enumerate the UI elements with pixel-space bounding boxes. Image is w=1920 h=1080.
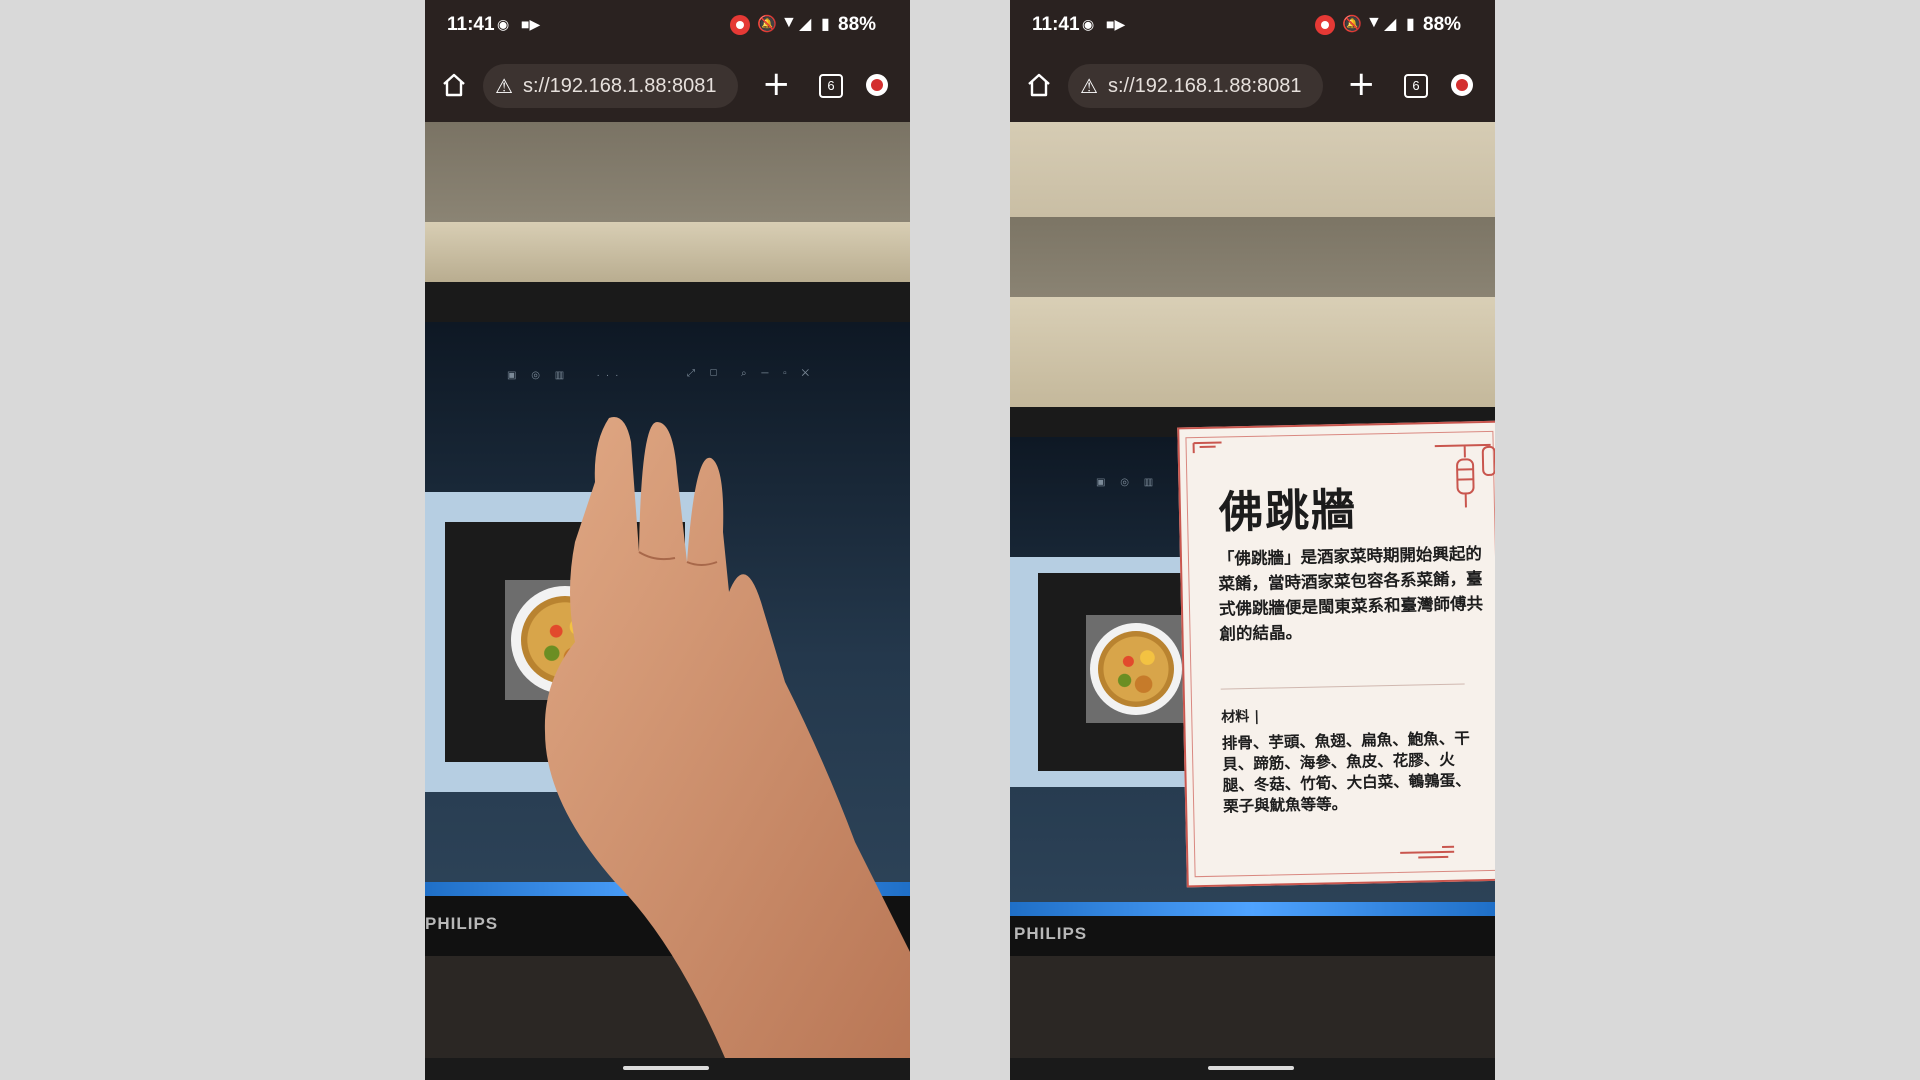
address-bar[interactable]: ⚠ s://192.168.1.88:8081 xyxy=(483,64,738,108)
tab-switcher-icon[interactable]: 6 xyxy=(1404,74,1428,98)
tab-switcher-icon[interactable]: 6 xyxy=(819,74,843,98)
screen-record-icon xyxy=(1315,15,1335,35)
video-camera-icon: ■▶ xyxy=(521,16,541,32)
gesture-nav-bar[interactable] xyxy=(1010,1058,1495,1080)
viewer-toolbar: ▣ ◎ ▥ xyxy=(1096,477,1160,488)
camera-view: ▣ ◎ ▥ ··· ⤢ ▢ ⌕ ─ ▫ ✕ PHILIPS xyxy=(425,122,910,1058)
wifi-icon: ▼ xyxy=(781,14,797,31)
home-gesture-pill[interactable] xyxy=(623,1066,709,1070)
monitor-brand: PHILIPS xyxy=(1014,924,1088,943)
status-time: 11:41 xyxy=(1032,14,1080,35)
ceiling-light-lower xyxy=(1010,297,1495,407)
monitor-taskbar xyxy=(1010,902,1495,916)
lantern-icon xyxy=(1434,443,1495,508)
phone-screen-left: 11:41 ◉ ■▶ 🔕 ▼ ◢ ▮ 88% ⚠ s://192.168.1.8… xyxy=(425,0,910,1080)
gesture-nav-bar[interactable] xyxy=(425,1058,910,1080)
wifi-icon: ▼ xyxy=(1366,14,1382,31)
user-hand xyxy=(544,417,910,1058)
battery-icon: ▮ xyxy=(821,16,830,33)
signal-icon: ◢ xyxy=(799,16,812,33)
extension-icon[interactable] xyxy=(866,74,888,96)
materials-label: 材料 | xyxy=(1221,708,1260,726)
home-icon[interactable] xyxy=(1026,72,1052,98)
mute-bell-icon: 🔕 xyxy=(1342,16,1362,33)
phone-screen-right: 11:41 ◉ ■▶ 🔕 ▼ ◢ ▮ 88% ⚠ s://192.168.1.8… xyxy=(1010,0,1495,1080)
scroll-corner-icon xyxy=(1192,441,1222,454)
battery-level: 88% xyxy=(838,14,877,35)
image-canvas xyxy=(1038,573,1186,771)
camera-view: ▣ ◎ ▥ PHILIPS 佛跳牆 「佛跳牆」是酒家菜時期開始興起的菜餚，當時酒… xyxy=(1010,122,1495,1058)
scroll-bottom-icon xyxy=(1400,845,1455,859)
address-url[interactable]: s://192.168.1.88:8081 xyxy=(1108,75,1318,98)
plus-icon[interactable]: + xyxy=(762,64,791,104)
plus-icon[interactable]: + xyxy=(1347,64,1376,104)
card-description: 「佛跳牆」是酒家菜時期開始興起的菜餚，當時酒家菜包容各系菜餚，臺式佛跳牆便是閩東… xyxy=(1217,544,1484,644)
desk xyxy=(1010,956,1495,1058)
image-frame xyxy=(1010,557,1186,787)
extension-icon[interactable] xyxy=(1451,74,1473,96)
browser-toolbar: ⚠ s://192.168.1.88:8081 + 6 xyxy=(1010,50,1495,122)
monitor-bezel: PHILIPS xyxy=(1010,916,1495,956)
location-icon: ◉ xyxy=(497,16,510,32)
warning-icon[interactable]: ⚠ xyxy=(1080,74,1098,98)
location-icon: ◉ xyxy=(1082,16,1095,32)
battery-icon: ▮ xyxy=(1406,16,1415,33)
dish-photo xyxy=(1086,615,1186,723)
screen-record-icon xyxy=(730,15,750,35)
video-camera-icon: ■▶ xyxy=(1106,16,1126,32)
dish-food xyxy=(1098,631,1174,707)
address-bar[interactable]: ⚠ s://192.168.1.88:8081 xyxy=(1068,64,1323,108)
signal-icon: ◢ xyxy=(1384,16,1397,33)
status-time: 11:41 xyxy=(447,14,495,35)
card-title: 佛跳牆 xyxy=(1218,484,1358,539)
ar-info-card[interactable]: 佛跳牆 「佛跳牆」是酒家菜時期開始興起的菜餚，當時酒家菜包容各系菜餚，臺式佛跳牆… xyxy=(1177,420,1495,888)
materials-list: 排骨、芋頭、魚翅、扁魚、鮑魚、干貝、蹄筋、海參、魚皮、花膠、火腿、冬菇、竹筍、大… xyxy=(1221,729,1471,816)
browser-toolbar: ⚠ s://192.168.1.88:8081 + 6 xyxy=(425,50,910,122)
address-url[interactable]: s://192.168.1.88:8081 xyxy=(523,75,733,98)
mute-bell-icon: 🔕 xyxy=(757,16,777,33)
ceiling-beam xyxy=(1010,217,1495,297)
home-icon[interactable] xyxy=(441,72,467,98)
home-gesture-pill[interactable] xyxy=(1208,1066,1294,1070)
status-bar: 11:41 ◉ ■▶ 🔕 ▼ ◢ ▮ 88% xyxy=(1010,0,1495,50)
warning-icon[interactable]: ⚠ xyxy=(495,74,513,98)
plate xyxy=(1090,623,1182,715)
ceiling-light xyxy=(1010,122,1495,217)
status-bar: 11:41 ◉ ■▶ 🔕 ▼ ◢ ▮ 88% xyxy=(425,0,910,50)
battery-level: 88% xyxy=(1423,14,1462,35)
